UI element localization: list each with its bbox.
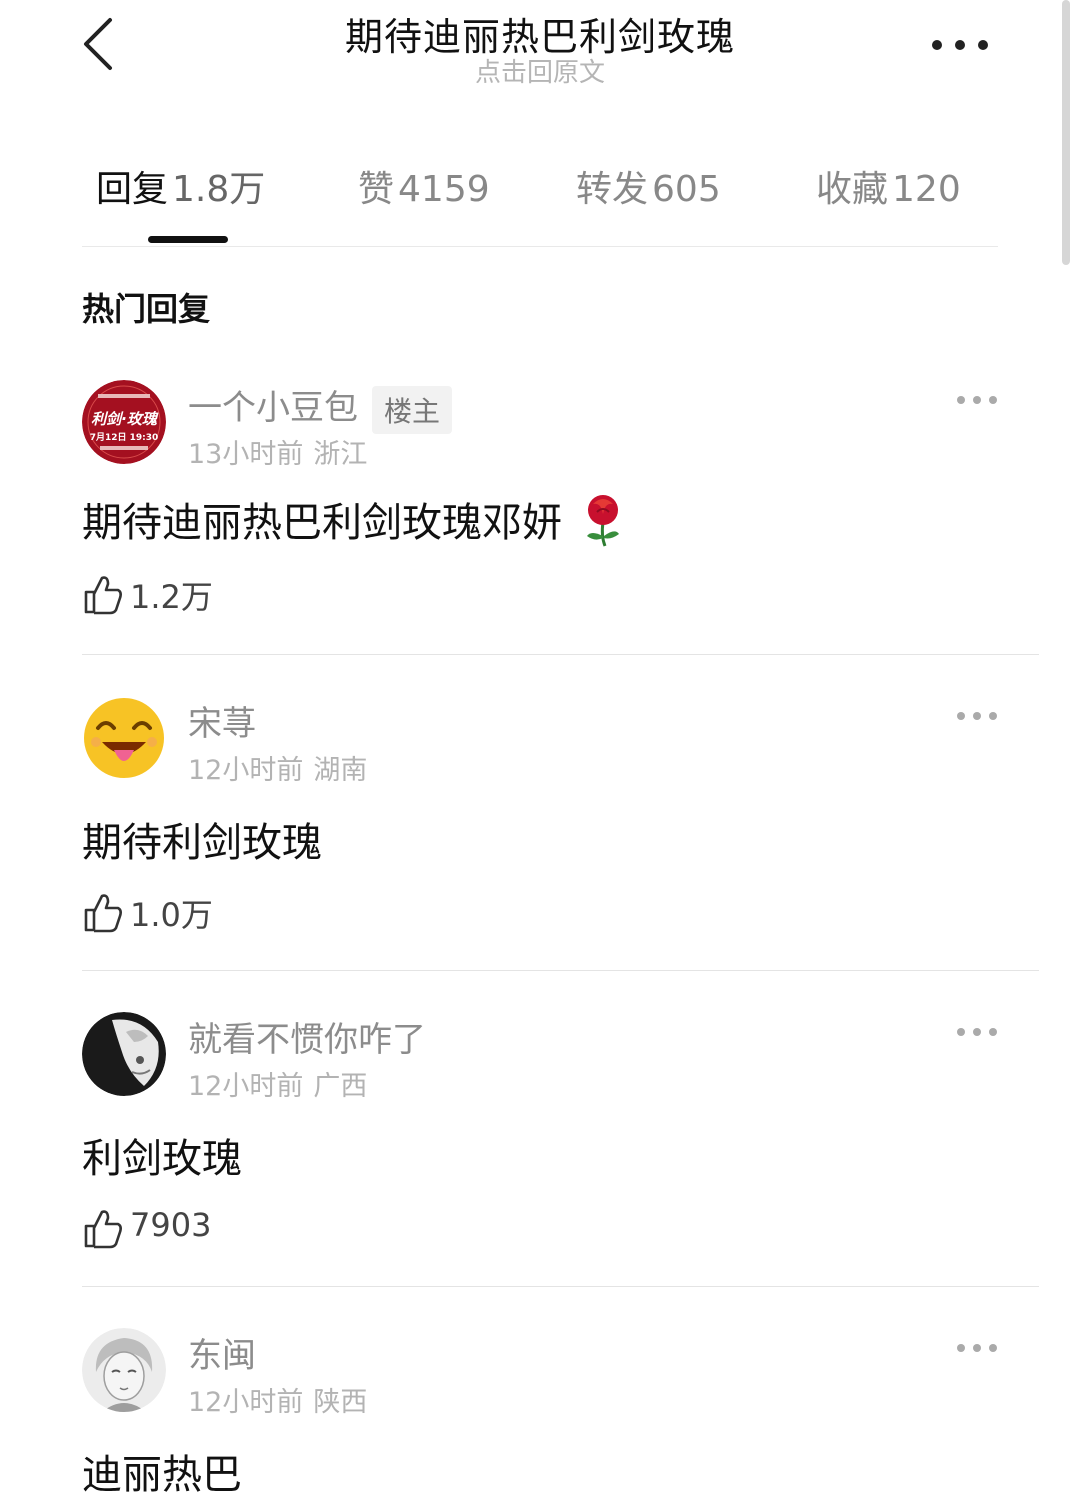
comment-time: 13小时前 — [188, 439, 304, 470]
comment-more-icon[interactable] — [954, 706, 1000, 726]
poster-avatar[interactable]: 利剑·玫瑰 7月12日 19:30 — [82, 380, 166, 464]
comment-text: 期待利剑玫瑰 — [82, 820, 322, 866]
view-original-link[interactable]: 点击回原文 — [240, 52, 840, 89]
avatar-air-time: 7月12日 19:30 — [90, 432, 159, 443]
divider — [82, 654, 1039, 655]
comment-text: 迪丽热巴 — [82, 1452, 242, 1498]
comment-more-icon[interactable] — [954, 390, 1000, 410]
tab-favorites[interactable]: 收藏 120 — [816, 160, 961, 220]
comment-item: 利剑·玫瑰 7月12日 19:30 一个小豆包 楼主 13小时前 浙江 期待迪丽热巴… — [82, 378, 1039, 656]
comment-location: 浙江 — [313, 439, 368, 470]
comment-text-content: 期待迪丽热巴利剑玫瑰邓妍 — [82, 500, 562, 546]
like-count: 1.0万 — [130, 896, 213, 934]
tab-reposts[interactable]: 转发 605 — [576, 160, 721, 220]
tab-count: 120 — [892, 169, 961, 210]
username[interactable]: 就看不惯你咋了 — [188, 1012, 426, 1061]
thumbs-up-icon — [84, 894, 122, 933]
like-count: 1.2万 — [130, 578, 213, 616]
comment-location: 湖南 — [313, 755, 368, 786]
tab-label: 回复 — [96, 169, 169, 210]
comment-item: 东闽 12小时前 陕西 迪丽热巴 — [82, 1328, 1039, 1500]
tab-replies[interactable]: 回复 1.8万 — [96, 160, 265, 220]
comment-time: 12小时前 — [188, 1071, 304, 1102]
tab-count: 605 — [652, 169, 721, 210]
tab-count: 1.8万 — [172, 169, 266, 210]
comment-more-icon[interactable] — [954, 1022, 1000, 1042]
comment-text: 利剑玫瑰 — [82, 1136, 242, 1182]
comment-meta: 12小时前 湖南 — [188, 748, 367, 787]
tab-label: 赞 — [358, 169, 395, 210]
back-icon[interactable] — [78, 14, 122, 74]
username[interactable]: 一个小豆包 楼主 — [188, 380, 453, 434]
anime-avatar[interactable] — [82, 1328, 166, 1412]
hot-replies-heading: 热门回复 — [82, 290, 211, 328]
comment-location: 广西 — [313, 1071, 368, 1102]
username[interactable]: 宋荨 — [188, 696, 256, 745]
like-count: 7903 — [130, 1206, 212, 1244]
comment-item: 宋荨 12小时前 湖南 期待利剑玫瑰 1.0万 — [82, 696, 1039, 974]
active-tab-indicator — [148, 236, 228, 243]
divider — [82, 1286, 1039, 1287]
comment-text: 期待迪丽热巴利剑玫瑰邓妍 — [82, 490, 627, 548]
username-text: 一个小豆包 — [188, 388, 358, 428]
cat-avatar[interactable] — [82, 1012, 166, 1096]
tab-label: 转发 — [576, 169, 649, 210]
op-badge: 楼主 — [372, 385, 453, 434]
scrollbar[interactable] — [1062, 0, 1070, 265]
comment-item: 就看不惯你咋了 12小时前 广西 利剑玫瑰 7903 — [82, 1012, 1039, 1290]
comment-meta: 13小时前 浙江 — [188, 432, 367, 471]
comment-time: 12小时前 — [188, 1387, 304, 1418]
avatar-show-title: 利剑·玫瑰 — [91, 410, 159, 428]
tab-label: 收藏 — [816, 169, 889, 210]
tab-likes[interactable]: 赞 4159 — [358, 160, 490, 220]
grinning-emoji-avatar[interactable] — [82, 696, 166, 780]
comment-location: 陕西 — [313, 1387, 368, 1418]
comment-more-icon[interactable] — [954, 1338, 1000, 1358]
comment-meta: 12小时前 陕西 — [188, 1380, 367, 1419]
top-bar: 期待迪丽热巴利剑玫瑰 点击回原文 — [0, 0, 1080, 110]
tab-bar: 回复 1.8万 赞 4159 转发 605 收藏 120 — [82, 160, 998, 247]
thumbs-up-icon — [84, 576, 122, 615]
thumbs-up-icon — [84, 1210, 122, 1249]
rose-emoji — [586, 495, 619, 547]
more-dots-icon[interactable] — [925, 30, 995, 60]
username[interactable]: 东闽 — [188, 1328, 256, 1377]
comment-meta: 12小时前 广西 — [188, 1064, 367, 1103]
comment-time: 12小时前 — [188, 755, 304, 786]
tab-count: 4159 — [398, 169, 490, 210]
divider — [82, 970, 1039, 971]
